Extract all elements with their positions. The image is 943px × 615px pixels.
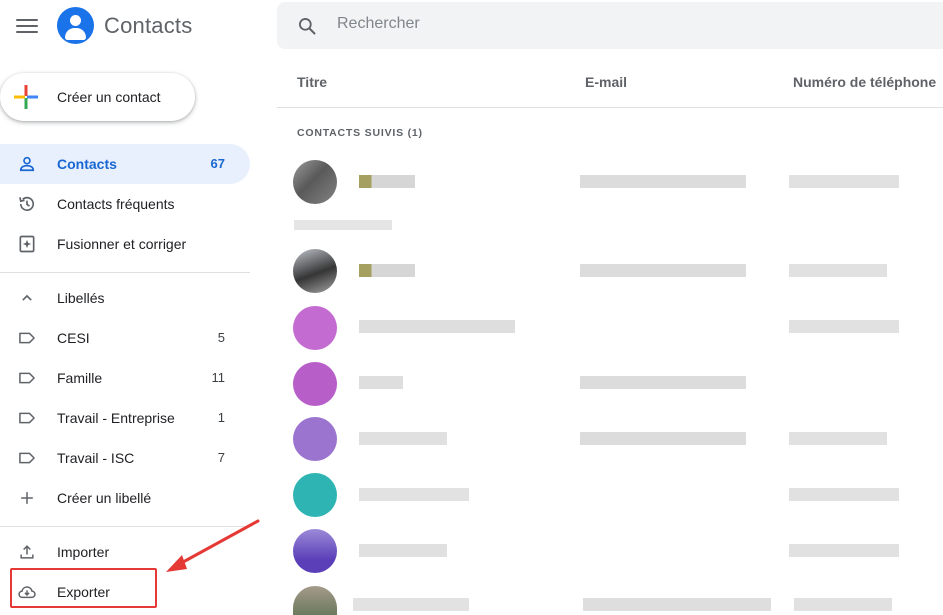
avatar xyxy=(293,473,337,517)
label-icon xyxy=(19,412,35,424)
column-header-email[interactable]: E-mail xyxy=(585,74,627,90)
create-label-button[interactable]: Créer un libellé xyxy=(0,478,250,518)
plus-colored-icon xyxy=(14,85,38,109)
main-menu-button[interactable] xyxy=(16,16,38,36)
sidebar-item-label: Travail - ISC xyxy=(57,450,135,466)
table-header-divider xyxy=(277,107,943,108)
table-row[interactable] xyxy=(277,580,943,615)
sidebar-item-label-travail-isc[interactable]: Travail - ISC 7 xyxy=(0,438,250,478)
label-icon xyxy=(19,452,35,464)
label-count: 7 xyxy=(217,450,225,465)
sidebar-item-merge-fix[interactable]: Fusionner et corriger xyxy=(0,224,250,264)
table-row[interactable] xyxy=(277,524,943,580)
contacts-logo-icon xyxy=(57,7,94,44)
sidebar-item-label-travail-entreprise[interactable]: Travail - Entreprise 1 xyxy=(0,398,250,438)
sidebar-item-label: Créer un libellé xyxy=(57,490,152,506)
sidebar-item-label: CESI xyxy=(57,330,90,346)
column-header-title[interactable]: Titre xyxy=(297,74,327,90)
avatar xyxy=(293,417,337,461)
app-title: Contacts xyxy=(104,13,193,38)
chevron-up-icon xyxy=(22,294,32,301)
label-icon xyxy=(19,372,35,384)
avatar xyxy=(293,529,337,573)
sidebar-item-label: Contacts xyxy=(57,156,117,172)
search-input[interactable] xyxy=(337,15,737,33)
person-icon xyxy=(19,156,35,172)
sidebar-item-label-cesi[interactable]: CESI 5 xyxy=(0,318,250,358)
label-count: 1 xyxy=(217,410,225,425)
avatar xyxy=(293,306,337,350)
column-header-phone[interactable]: Numéro de téléphone xyxy=(793,74,936,90)
merge-icon xyxy=(19,235,35,253)
table-row[interactable] xyxy=(277,355,943,411)
annotation-arrow xyxy=(166,519,260,572)
sidebar-item-label: Importer xyxy=(57,544,110,560)
create-contact-label: Créer un contact xyxy=(57,89,161,105)
table-row[interactable] xyxy=(277,153,943,209)
sidebar-item-label: Famille xyxy=(57,370,103,386)
contacts-count: 67 xyxy=(210,156,225,171)
sidebar-item-frequent-contacts[interactable]: Contacts fréquents xyxy=(0,184,250,224)
avatar xyxy=(293,362,337,406)
starred-contacts-section-label: CONTACTS SUIVIS (1) xyxy=(297,127,423,139)
search-bar[interactable] xyxy=(277,2,943,49)
table-row[interactable] xyxy=(277,242,943,298)
sidebar-item-label-famille[interactable]: Famille 11 xyxy=(0,358,250,398)
create-contact-button[interactable]: Créer un contact xyxy=(0,73,195,121)
label-count: 5 xyxy=(217,330,225,345)
upload-icon xyxy=(20,545,34,559)
table-row[interactable] xyxy=(277,298,943,354)
sidebar-item-label: Contacts fréquents xyxy=(57,196,175,212)
sidebar-item-label: Fusionner et corriger xyxy=(57,236,187,252)
sidebar-divider xyxy=(0,272,250,273)
sidebar-item-label: Travail - Entreprise xyxy=(57,410,175,426)
export-highlight-box xyxy=(10,568,157,608)
table-row[interactable] xyxy=(277,412,943,468)
avatar xyxy=(293,160,337,204)
labels-section-title: Libellés xyxy=(57,290,105,306)
sidebar-item-contacts[interactable]: Contacts 67 xyxy=(0,144,250,184)
hamburger-menu-icon xyxy=(16,19,38,21)
avatar xyxy=(293,586,337,615)
history-icon xyxy=(19,196,35,211)
plus-icon xyxy=(21,492,33,504)
label-icon xyxy=(19,332,35,344)
search-icon[interactable] xyxy=(297,16,317,36)
table-row[interactable] xyxy=(277,468,943,524)
avatar xyxy=(293,249,337,293)
label-count: 11 xyxy=(211,370,226,385)
labels-section-toggle[interactable]: Libellés xyxy=(0,278,250,318)
